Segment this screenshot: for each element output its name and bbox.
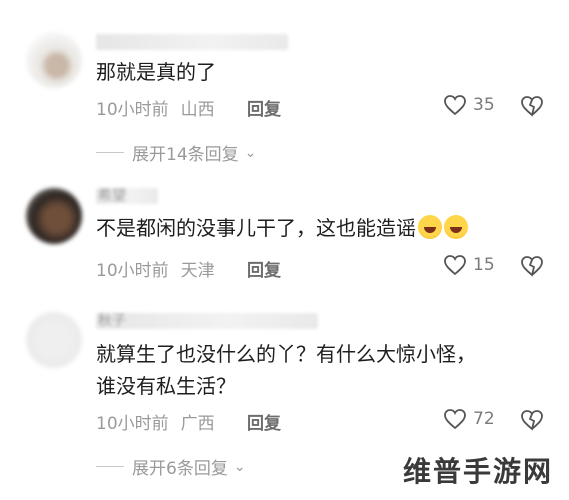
comment-time: 10小时前 bbox=[96, 414, 169, 434]
comment-meta: 10小时前 山西 bbox=[96, 95, 227, 120]
expand-replies-label: 展开6条回复 bbox=[132, 459, 228, 479]
chevron-down-icon: ⌄ bbox=[244, 144, 257, 161]
expand-replies-button[interactable]: 展开6条回复 ⌄ bbox=[96, 454, 246, 479]
broken-heart-outline-icon[interactable] bbox=[520, 255, 544, 277]
avatar[interactable] bbox=[26, 188, 82, 244]
comment-location: 天津 bbox=[180, 261, 215, 281]
heart-outline-icon bbox=[444, 255, 466, 276]
comment-text: 不是都闲的没事儿干了，这也能造谣 bbox=[96, 212, 549, 244]
divider-line bbox=[96, 466, 124, 467]
comment-time: 10小时前 bbox=[96, 100, 169, 120]
expand-replies-label: 展开14条回复 bbox=[132, 145, 239, 165]
comment-time: 10小时前 bbox=[96, 261, 169, 281]
laughing-tears-emoji bbox=[444, 215, 468, 239]
broken-heart-outline-icon[interactable] bbox=[520, 409, 544, 431]
username[interactable]: 秋子 bbox=[96, 313, 318, 329]
divider-line bbox=[96, 152, 124, 153]
heart-outline-icon bbox=[444, 95, 466, 116]
like-button[interactable]: 72 bbox=[443, 408, 495, 430]
comment-meta: 10小时前 天津 bbox=[96, 256, 227, 281]
heart-outline-icon bbox=[444, 409, 466, 430]
comment-text-line-1: 就算生了也没什么的丫？有什么大惊小怪， bbox=[96, 342, 476, 366]
avatar[interactable] bbox=[26, 312, 82, 368]
comment-text: 那就是真的了 bbox=[96, 60, 216, 84]
reply-button[interactable]: 回复 bbox=[247, 409, 281, 434]
expand-replies-button[interactable]: 展开14条回复 ⌄ bbox=[96, 140, 256, 165]
comment-location: 广西 bbox=[180, 414, 215, 434]
comment-location: 山西 bbox=[180, 100, 215, 120]
comment-meta: 10小时前 广西 bbox=[96, 409, 227, 434]
like-button[interactable]: 15 bbox=[443, 254, 495, 276]
username[interactable] bbox=[96, 34, 288, 50]
broken-heart-outline-icon[interactable] bbox=[520, 95, 544, 117]
like-button[interactable]: 35 bbox=[443, 94, 495, 116]
like-count: 15 bbox=[473, 255, 495, 275]
reply-button[interactable]: 回复 bbox=[247, 256, 281, 281]
like-count: 72 bbox=[473, 409, 495, 429]
comment-text-content: 不是都闲的没事儿干了，这也能造谣 bbox=[96, 216, 416, 240]
chevron-down-icon: ⌄ bbox=[233, 458, 246, 475]
avatar[interactable] bbox=[26, 32, 82, 88]
username[interactable]: 希望 bbox=[96, 188, 158, 204]
like-count: 35 bbox=[473, 95, 495, 115]
laughing-tears-emoji bbox=[418, 215, 442, 239]
watermark-logo: 维普手游网 bbox=[402, 455, 553, 488]
reply-button[interactable]: 回复 bbox=[247, 95, 281, 120]
comment-text-line-2: 谁没有私生活？ bbox=[96, 374, 236, 398]
